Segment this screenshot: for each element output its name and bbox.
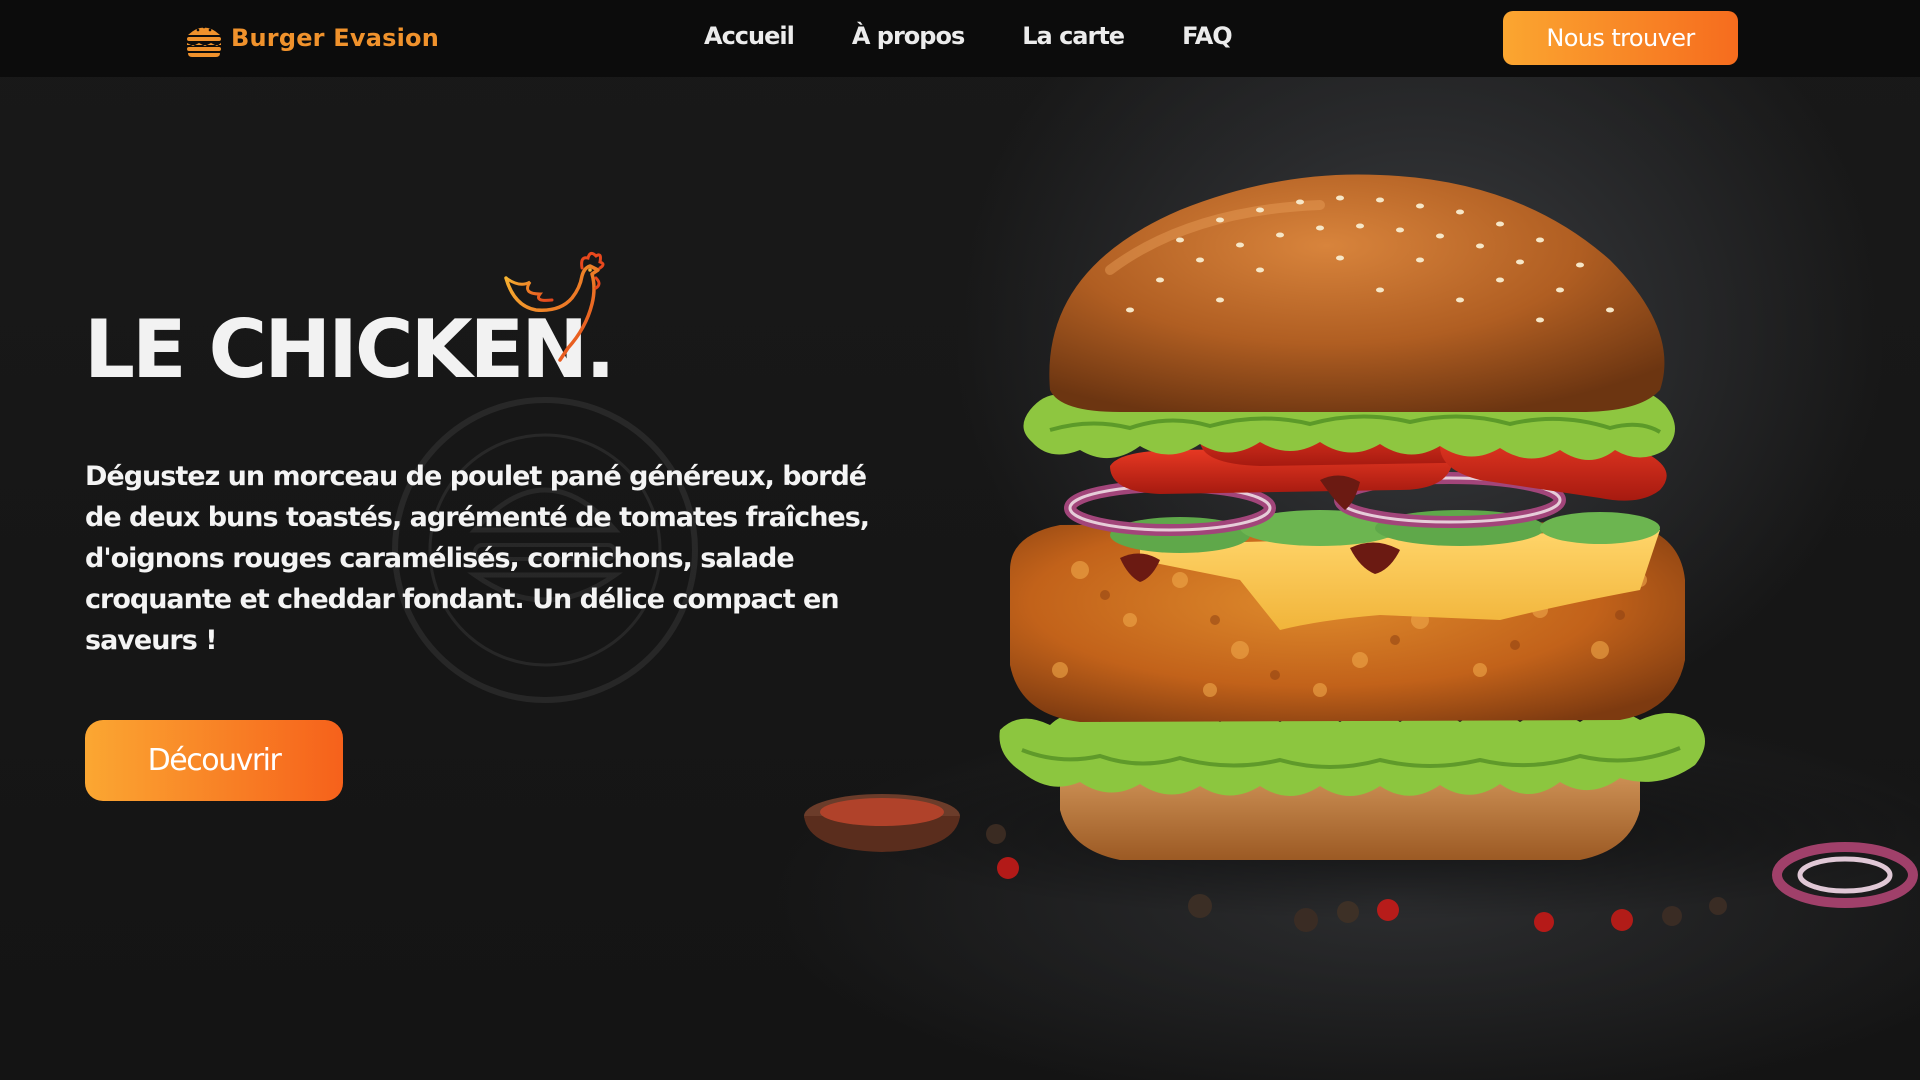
main-nav: Accueil À propos La carte FAQ [704, 22, 1290, 50]
nav-link-accueil[interactable]: Accueil [704, 22, 795, 50]
nav-link-a-propos[interactable]: À propos [852, 22, 965, 50]
discover-button[interactable]: Découvrir [85, 720, 343, 801]
nav-link-faq[interactable]: FAQ [1182, 22, 1233, 50]
find-us-button[interactable]: Nous trouver [1503, 11, 1738, 65]
hero-description: Dégustez un morceau de poulet pané génér… [85, 461, 870, 656]
chicken-icon [504, 251, 605, 362]
navbar: Burger Evasion Accueil À propos La carte… [0, 0, 1920, 77]
brand-name: Burger Evasion [231, 24, 439, 52]
nav-link-la-carte[interactable]: La carte [1022, 22, 1125, 50]
chicken-burger-image [804, 174, 1920, 932]
brand-logo[interactable]: Burger Evasion [184, 18, 439, 58]
burger-icon [187, 25, 221, 57]
hero-page: Burger Evasion Accueil À propos La carte… [0, 0, 1920, 1080]
